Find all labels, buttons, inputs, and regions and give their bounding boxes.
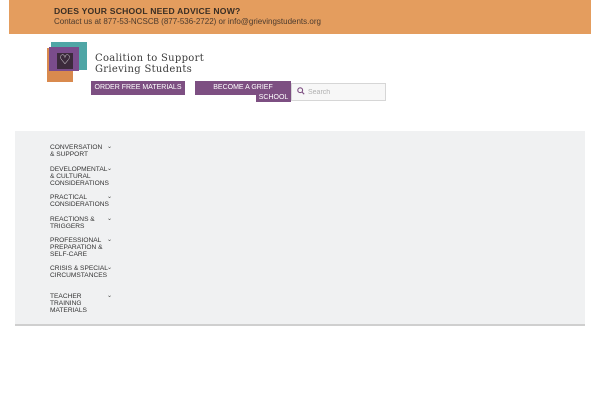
menu-item-practical-considerations[interactable]: PRACTICAL CONSIDERATIONS ⌄ (50, 194, 120, 208)
menu-item-crisis-special[interactable]: CRISIS & SPECIAL CIRCUMSTANCES ⌄ (50, 265, 120, 279)
menu-item-label: PROFESSIONAL PREPARATION & SELF-CARE (50, 237, 103, 258)
brand-line-1: Coalition to Support (95, 53, 205, 64)
menu-item-label: CRISIS & SPECIAL CIRCUMSTANCES (50, 265, 108, 279)
chevron-down-icon[interactable]: ⌄ (107, 237, 112, 244)
grief-sensitive-school-button-overflow[interactable]: SCHOOL (256, 93, 291, 102)
chevron-down-icon[interactable]: ⌄ (107, 216, 112, 223)
menu-item-developmental-cultural[interactable]: DEVELOPMENTAL & CULTURAL CONSIDERATIONS … (50, 166, 120, 187)
brand-name[interactable]: Coalition to Support Grieving Students (95, 53, 204, 75)
menu-item-conversation-support[interactable]: CONVERSATION & SUPPORT ⌄ (50, 144, 120, 158)
chevron-down-icon[interactable]: ⌄ (107, 166, 112, 173)
menu-item-teacher-training[interactable]: TEACHER TRAINING MATERIALS ⌄ (50, 293, 120, 314)
menu-item-label: TEACHER TRAINING MATERIALS (50, 293, 87, 314)
brand-line-2: Grieving Students (95, 64, 193, 75)
search-box[interactable] (291, 83, 386, 101)
menu-item-label: REACTIONS & TRIGGERS (50, 216, 95, 230)
chevron-down-icon[interactable]: ⌄ (107, 265, 112, 272)
order-free-materials-button[interactable]: ORDER FREE MATERIALS (91, 81, 185, 95)
search-input[interactable] (308, 86, 382, 98)
heart-icon: ♡ (59, 52, 71, 67)
menu-item-label: PRACTICAL CONSIDERATIONS (50, 194, 109, 208)
menu-item-professional-preparation[interactable]: PROFESSIONAL PREPARATION & SELF-CARE ⌄ (50, 237, 120, 258)
logo-icon[interactable]: ♡ (47, 42, 89, 84)
chevron-down-icon[interactable]: ⌄ (107, 194, 112, 201)
announcement-bar: DOES YOUR SCHOOL NEED ADVICE NOW? Contac… (9, 0, 591, 34)
chevron-down-icon[interactable]: ⌄ (107, 293, 112, 300)
chevron-down-icon[interactable]: ⌄ (107, 144, 112, 151)
menu-item-label: CONVERSATION & SUPPORT (50, 144, 103, 158)
menu-item-reactions-triggers[interactable]: REACTIONS & TRIGGERS ⌄ (50, 216, 120, 230)
announcement-headline: DOES YOUR SCHOOL NEED ADVICE NOW? (54, 6, 241, 16)
announcement-contact[interactable]: Contact us at 877-53-NCSCB (877-536-2722… (54, 17, 321, 26)
search-icon (297, 87, 305, 95)
menu-item-label: DEVELOPMENTAL & CULTURAL CONSIDERATIONS (50, 166, 109, 187)
